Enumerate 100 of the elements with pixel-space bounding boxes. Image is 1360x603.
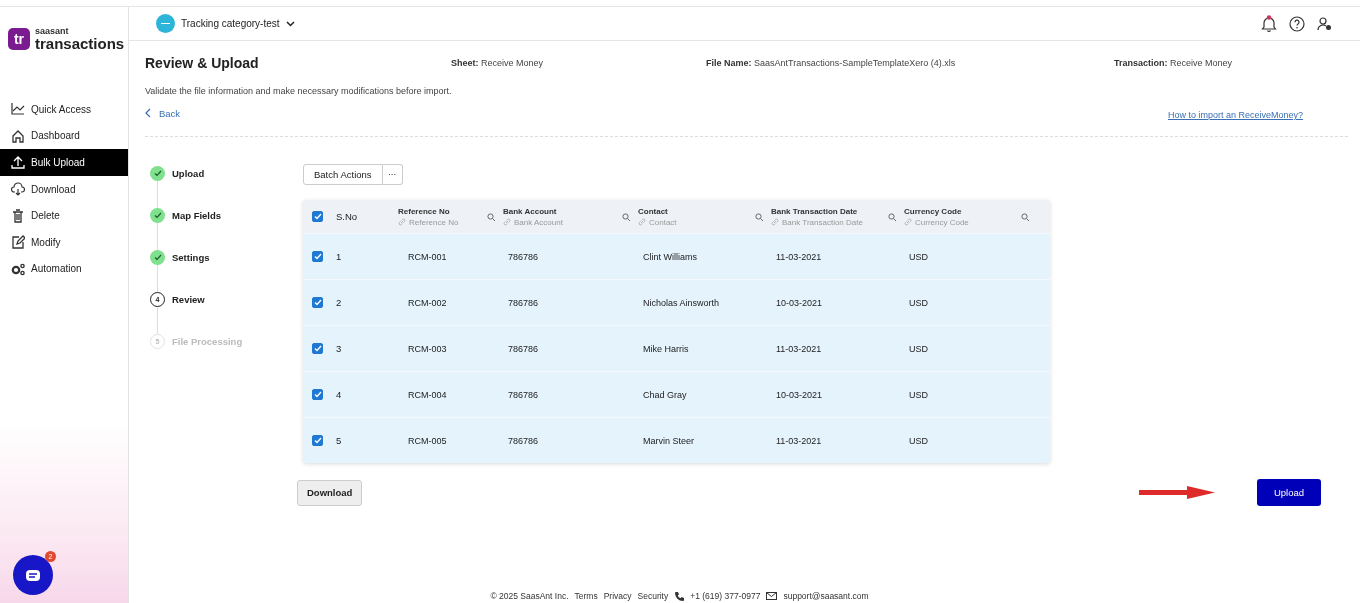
sidebar-item[interactable]: Download [0,175,128,203]
table-cell-text: 786786 [507,251,540,262]
cloud-download-icon [11,182,25,197]
download-button[interactable]: Download [297,479,363,506]
table-cell-text: RCM-002 [407,297,448,308]
table-cell-text: 11-03-2021 [775,251,823,262]
checkbox[interactable] [312,211,323,222]
search-icon[interactable] [622,212,630,221]
phone-icon [674,591,685,601]
step-label: Review [172,293,205,305]
upload-icon [11,155,25,170]
checkbox[interactable] [312,435,323,446]
step-label: File Processing [172,335,243,347]
check-icon [153,253,162,261]
upload-button[interactable]: Upload [1257,479,1321,506]
chevron-down-icon [285,20,295,27]
table-cell-text: Chad Gray [642,389,688,400]
back-link[interactable]: Back [145,107,181,119]
table-cell-text: USD [908,297,929,308]
mapped-field-text: Contact [649,217,677,227]
organization-logo-icon [156,14,175,33]
email-text: support@saasant.com [783,591,869,601]
step-label: Map Fields [172,209,222,221]
trash-icon [11,208,25,223]
table-cell-text: 3 [335,343,343,354]
table-cell-text: USD [908,435,929,446]
link-icon [771,218,779,226]
table-cell-text: 786786 [507,435,540,446]
sidebar-item[interactable]: Modify [0,228,128,256]
table-cell-text: RCM-001 [407,251,448,262]
table-cell-text: 11-03-2021 [775,435,823,446]
brand-logo: tr [8,28,30,50]
table-cell-text: 4 [335,389,343,400]
link-icon [398,218,406,226]
file-meta-text: Transaction: Receive Money [1114,58,1233,68]
table-cell-text: RCM-004 [407,389,448,400]
copyright-text: © 2025 SaasAnt Inc. [490,591,569,601]
footer-link[interactable]: Terms [574,591,598,601]
file-meta-text: Sheet: Receive Money [451,58,545,68]
user-settings-icon[interactable] [1317,16,1332,31]
step-label: Upload [172,167,205,179]
footer-link[interactable]: Privacy [603,591,632,601]
file-meta-text: File Name: SaasAntTransactions-SampleTemplateXero (4).xls [706,58,957,68]
sidebar-item[interactable]: Quick Access [0,96,128,123]
phone-text: +1 (619) 377-0977 [690,591,761,601]
table-cell-text: 10-03-2021 [775,297,824,308]
column-header: Contact [638,206,669,216]
help-icon[interactable] [1289,15,1305,32]
link-icon [904,218,912,226]
sidebar-item[interactable]: Delete [0,202,128,229]
brand-name: transactions [35,36,125,51]
mail-icon [766,591,778,601]
check-icon [153,169,162,177]
search-icon[interactable] [755,212,763,221]
description-text: Validate the file information and make necessary modifications before import. [145,86,453,96]
bell-with-dot-icon[interactable] [1261,15,1277,32]
column-header: Reference No [398,206,451,216]
check-icon [313,213,322,220]
table-cell-text: Mike Harris [642,343,690,354]
line-chart-icon [11,102,25,117]
table-cell-text: 786786 [507,389,540,400]
table-cell-text: Clint Williams [642,251,698,262]
table-cell-text: USD [908,251,929,262]
sidebar-item[interactable]: Dashboard [0,122,128,150]
chevron-left-icon [145,108,151,118]
checkbox[interactable] [312,297,323,308]
table-cell-text: Marvin Steer [642,435,696,446]
table-cell-text: 2 [335,297,343,308]
checkbox[interactable] [312,251,323,262]
help-link[interactable]: How to import an ReceiveMoney? [1167,110,1303,120]
sidebar-item[interactable]: Bulk Upload [0,149,128,176]
checkbox[interactable] [312,389,323,400]
sidebar-item[interactable]: Automation [0,255,128,283]
gears-icon [11,261,25,276]
step-label: Settings [172,251,210,263]
check-icon [153,211,162,219]
link-icon [503,218,511,226]
brand-tagline: saasant [35,27,70,36]
column-header: Bank Account [503,206,558,216]
column-header: Currency Code [904,206,963,216]
search-icon[interactable] [1021,212,1029,221]
home-icon [11,128,25,143]
table-cell-text: USD [908,389,929,400]
search-icon[interactable] [487,212,495,221]
organization-selector[interactable]: Tracking category-test [156,14,295,33]
link-icon [638,218,646,226]
checkbox[interactable] [312,343,323,354]
search-icon[interactable] [888,212,896,221]
batch-actions-button[interactable]: Batch Actions [303,164,383,185]
edit-icon [11,235,25,250]
mapped-field-text: Currency Code [915,217,969,227]
footer-link[interactable]: Security [637,591,669,601]
check-icon [313,253,322,260]
table-cell-text: 786786 [507,343,540,354]
check-icon [313,345,322,352]
table-cell-text: 1 [335,251,343,262]
mapped-field-text: Reference No [409,217,459,227]
page-title: Review & Upload [145,55,260,71]
table-cell-text: 786786 [507,297,540,308]
more-button[interactable]: ··· [382,164,403,185]
